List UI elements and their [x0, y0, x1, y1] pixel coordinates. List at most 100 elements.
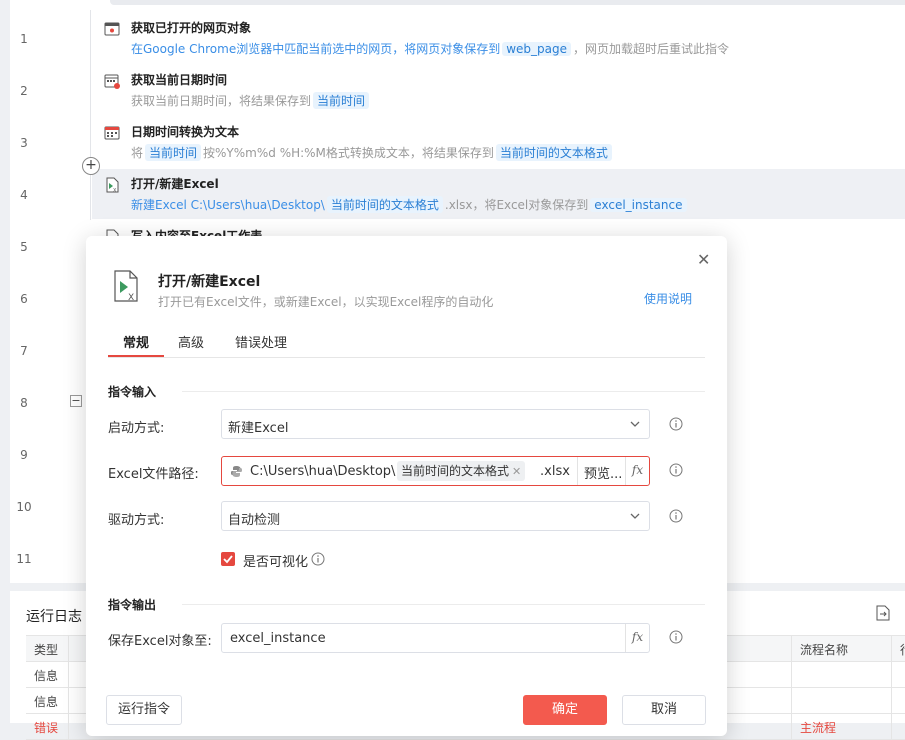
excel-file-icon: X: [114, 270, 138, 302]
preview-button[interactable]: 预览...: [577, 457, 625, 485]
variable-chip-label: 当前时间的文本格式: [401, 464, 510, 478]
variable-chip[interactable]: 当前时间的文本格式 ✕: [397, 461, 526, 481]
export-icon[interactable]: [876, 605, 890, 621]
tab-advanced[interactable]: 高级: [178, 332, 204, 351]
column-divider: [891, 714, 892, 740]
remove-chip-icon[interactable]: ✕: [512, 465, 521, 478]
flow-step[interactable]: 日期时间转换为文本 将当前时间 按%Y%m%d %H:%M格式转换成文本，将结果保…: [92, 117, 905, 167]
step-title: 获取已打开的网页对象: [131, 21, 252, 35]
visible-checkbox-label: 是否可视化: [243, 555, 309, 570]
step-description: 新建Excel C:\Users\hua\Desktop\ 当前时间的文本格式 .x…: [131, 196, 689, 213]
run-command-button[interactable]: 运行指令: [106, 695, 182, 725]
checkmark-icon: [223, 555, 233, 564]
line-number: 6: [20, 292, 28, 306]
column-header-flow-name: 流程名称: [800, 643, 849, 657]
line-number: 5: [20, 240, 28, 254]
column-divider: [68, 688, 69, 714]
step-desc-text: 将: [131, 146, 144, 160]
line-number: 1: [20, 32, 28, 46]
calendar-clock-icon: [104, 74, 120, 89]
driver-mode-label: 驱动方式:: [108, 513, 165, 528]
info-icon[interactable]: [669, 630, 683, 644]
calendar-text-icon: [104, 126, 120, 140]
formula-icon[interactable]: fx: [625, 624, 649, 652]
column-divider: [68, 662, 69, 688]
step-desc-text: 在Google Chrome浏览器中匹配当前选中的网页，将网页对象保存到: [131, 42, 501, 56]
visible-checkbox[interactable]: [221, 552, 235, 566]
tab-general[interactable]: 常规: [123, 332, 149, 351]
cancel-button[interactable]: 取消: [622, 695, 706, 725]
driver-mode-select[interactable]: 自动检测: [221, 501, 650, 531]
close-icon[interactable]: ✕: [697, 250, 710, 269]
column-divider: [68, 714, 69, 740]
launch-mode-value: 新建Excel: [228, 421, 289, 436]
step-desc-text: 按%Y%m%d %H:%M格式转换成文本，将结果保存到: [203, 146, 494, 160]
save-object-value: excel_instance: [230, 631, 326, 646]
svg-text:X: X: [113, 188, 117, 193]
step-description: 将当前时间 按%Y%m%d %H:%M格式转换成文本，将结果保存到 当前时间的文本格…: [131, 144, 614, 161]
section-divider: [182, 604, 705, 605]
step-title: 日期时间转换为文本: [131, 125, 240, 139]
confirm-button[interactable]: 确定: [523, 695, 607, 725]
column-divider: [791, 688, 792, 714]
step-desc-text: 获取当前日期时间，将结果保存到: [131, 94, 312, 108]
excel-path-label: Excel文件路径:: [108, 467, 199, 482]
chevron-down-icon: [630, 513, 640, 519]
step-desc-text: .xlsx，将Excel对象保存到: [444, 198, 589, 212]
flow-step[interactable]: 获取已打开的网页对象 在Google Chrome浏览器中匹配当前选中的网页，将…: [92, 13, 905, 63]
line-number: 10: [16, 500, 32, 514]
save-object-input[interactable]: excel_instance fx: [221, 623, 650, 653]
flow-step-selected[interactable]: X 打开/新建Excel 新建Excel C:\Users\hua\Deskto…: [92, 169, 905, 219]
web-page-icon: [104, 22, 120, 36]
tab-error-handling[interactable]: 错误处理: [235, 332, 287, 351]
log-type: 信息: [34, 669, 59, 683]
log-flow-name: 主流程: [800, 721, 837, 735]
info-icon[interactable]: [669, 417, 683, 431]
dialog-tabs: 常规 高级 错误处理: [108, 332, 705, 358]
line-number: 3: [20, 136, 28, 150]
line-number: 9: [20, 448, 28, 462]
column-divider: [891, 662, 892, 688]
python-icon: [231, 466, 242, 477]
top-strip: [110, 0, 905, 5]
dialog-subtitle: 打开已有Excel文件，或新建Excel，以实现Excel程序的自动化: [158, 295, 494, 309]
driver-mode-value: 自动检测: [228, 513, 281, 528]
log-type: 错误: [34, 721, 59, 735]
path-prefix-text: C:\Users\hua\Desktop\: [250, 464, 396, 479]
step-desc-text: ，网页加载超时后重试此指令: [573, 42, 730, 56]
help-link[interactable]: 使用说明: [644, 290, 692, 307]
variable-tag: excel_instance: [590, 198, 687, 212]
collapse-toggle[interactable]: −: [70, 395, 82, 407]
add-step-button[interactable]: +: [82, 157, 100, 175]
gutter-separator: [90, 10, 91, 220]
column-divider: [791, 636, 792, 662]
line-number: 7: [20, 344, 28, 358]
variable-tag: web_page: [502, 42, 571, 56]
active-tab-indicator: [108, 355, 164, 357]
excel-path-input[interactable]: C:\Users\hua\Desktop\ 当前时间的文本格式 ✕ .xlsx 预…: [221, 456, 650, 486]
info-icon[interactable]: [669, 463, 683, 477]
line-gutter: 1 2 3 4 5 6 7 8 9 10 11: [10, 0, 90, 583]
step-description: 获取当前日期时间，将结果保存到 当前时间: [131, 92, 371, 109]
log-title: 运行日志: [26, 609, 82, 625]
path-suffix-text: .xlsx: [540, 464, 570, 479]
chevron-down-icon: [630, 421, 640, 427]
step-desc-text: 新建Excel C:\Users\hua\Desktop\: [131, 198, 325, 212]
formula-icon[interactable]: fx: [625, 457, 649, 485]
open-excel-dialog: ✕ X 打开/新建Excel 打开已有Excel文件，或新建Excel，以实现E…: [86, 236, 727, 736]
step-title: 获取当前日期时间: [131, 73, 228, 87]
line-number: 2: [20, 84, 28, 98]
variable-tag: 当前时间的文本格式: [326, 196, 443, 213]
variable-tag: 当前时间的文本格式: [495, 144, 612, 161]
flow-step[interactable]: 获取当前日期时间 获取当前日期时间，将结果保存到 当前时间: [92, 65, 905, 115]
variable-tag: 当前时间: [145, 144, 202, 161]
save-object-label: 保存Excel对象至:: [108, 634, 212, 649]
excel-file-icon: X: [106, 177, 119, 193]
column-divider: [891, 636, 892, 662]
info-icon[interactable]: [311, 552, 325, 566]
launch-mode-label: 启动方式:: [108, 421, 165, 436]
variable-tag: 当前时间: [313, 92, 370, 109]
column-divider: [791, 662, 792, 688]
launch-mode-select[interactable]: 新建Excel: [221, 409, 650, 439]
info-icon[interactable]: [669, 509, 683, 523]
